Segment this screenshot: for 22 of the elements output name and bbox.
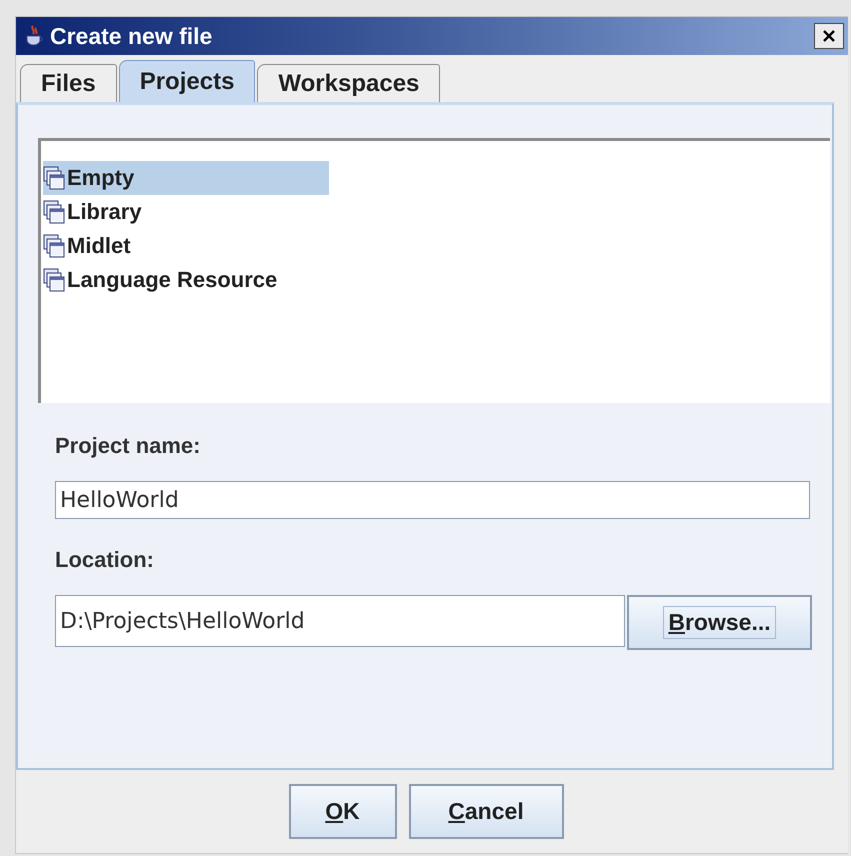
window-title: Create new file (50, 22, 214, 50)
field-label: Location: (55, 547, 155, 573)
close-button[interactable] (814, 23, 844, 49)
windows-icon (43, 166, 65, 190)
field-label: Project name: (55, 433, 202, 459)
dialog-button[interactable]: Cancel (408, 784, 564, 839)
project-type-item[interactable]: Language Resource (43, 263, 329, 297)
project-type-item[interactable]: Midlet (43, 229, 329, 263)
windows-icon (43, 200, 65, 224)
tab[interactable]: Workspaces (257, 64, 440, 102)
project-type-item[interactable]: Library (43, 195, 329, 229)
cup-icon (24, 25, 44, 47)
location-field[interactable]: D:\Projects\HelloWorld (55, 595, 625, 647)
browse-button[interactable]: Browse... (627, 595, 812, 650)
windows-icon (43, 234, 65, 258)
close-icon (822, 29, 836, 43)
dialog-button[interactable]: OK (288, 784, 396, 839)
project-name-field[interactable]: HelloWorld (55, 481, 810, 519)
project-type-item[interactable]: Empty (43, 161, 329, 195)
tab[interactable]: Files (20, 64, 117, 102)
windows-icon (43, 268, 65, 292)
tab[interactable]: Projects (118, 60, 256, 102)
